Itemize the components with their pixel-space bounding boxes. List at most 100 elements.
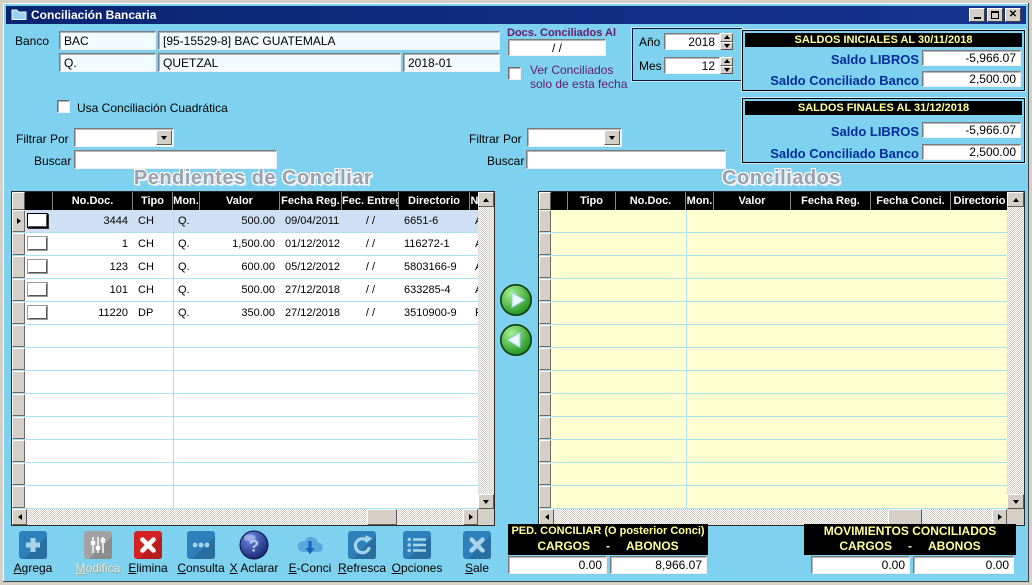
cell[interactable]: [871, 440, 951, 462]
cell[interactable]: [871, 325, 951, 347]
cell[interactable]: [280, 417, 342, 439]
column-header[interactable]: Tipo: [568, 192, 616, 210]
column-header[interactable]: Fecha Conci.: [871, 192, 951, 210]
cell[interactable]: [871, 486, 951, 508]
cell[interactable]: CH: [133, 279, 173, 301]
cell[interactable]: [871, 302, 951, 324]
cell[interactable]: [951, 256, 1009, 278]
cell[interactable]: [568, 233, 616, 255]
row-check-cell[interactable]: [551, 279, 568, 301]
cell[interactable]: [133, 394, 173, 416]
table-row[interactable]: 11220DPQ.350.0027/12/2018/ /3510900-9F: [12, 302, 480, 325]
cell[interactable]: [686, 394, 714, 416]
cell[interactable]: [686, 417, 714, 439]
cell[interactable]: [791, 233, 871, 255]
move-left-button[interactable]: [499, 323, 533, 357]
row-selector[interactable]: [12, 302, 25, 324]
opciones-button[interactable]: Opciones: [390, 530, 444, 575]
table-row-empty[interactable]: [539, 486, 1009, 509]
cell[interactable]: [951, 394, 1009, 416]
row-selector[interactable]: [539, 233, 551, 255]
consulta-button[interactable]: Consulta: [174, 530, 228, 575]
table-row-empty[interactable]: [539, 463, 1009, 486]
cell[interactable]: [686, 233, 714, 255]
cell[interactable]: [568, 210, 616, 232]
row-check-cell[interactable]: [551, 256, 568, 278]
cell[interactable]: [714, 371, 791, 393]
row-check-cell[interactable]: [25, 348, 53, 370]
cell[interactable]: [342, 486, 399, 508]
column-header[interactable]: Directorio: [399, 192, 470, 210]
cell[interactable]: [791, 440, 871, 462]
row-check-cell[interactable]: [25, 233, 53, 255]
cell[interactable]: CH: [133, 233, 173, 255]
cell[interactable]: 05/12/2012: [280, 256, 342, 278]
cell[interactable]: [342, 463, 399, 485]
table-row-empty[interactable]: [539, 417, 1009, 440]
cell[interactable]: [791, 417, 871, 439]
saldo-conciliado-banco-value[interactable]: [922, 71, 1021, 87]
cell[interactable]: [791, 325, 871, 347]
cell[interactable]: [200, 348, 280, 370]
banco-code-field[interactable]: [59, 31, 156, 50]
cell[interactable]: [342, 440, 399, 462]
cell[interactable]: [200, 440, 280, 462]
column-header-check[interactable]: [551, 192, 568, 210]
row-check-cell[interactable]: [25, 302, 53, 324]
cell[interactable]: 600.00: [200, 256, 280, 278]
column-header[interactable]: Mon.: [173, 192, 200, 210]
cell[interactable]: [399, 348, 470, 370]
row-check-cell[interactable]: [551, 463, 568, 485]
mes-spinner[interactable]: [720, 57, 733, 74]
cell[interactable]: [280, 486, 342, 508]
row-check-cell[interactable]: [551, 394, 568, 416]
cell[interactable]: [133, 440, 173, 462]
cell[interactable]: / /: [342, 210, 399, 232]
cell[interactable]: [53, 325, 133, 347]
row-selector[interactable]: [12, 371, 25, 393]
row-check-cell[interactable]: [551, 233, 568, 255]
close-button[interactable]: ✕: [1005, 8, 1021, 22]
cell[interactable]: [280, 371, 342, 393]
cell[interactable]: [568, 256, 616, 278]
cell[interactable]: [568, 417, 616, 439]
row-selector[interactable]: [539, 463, 551, 485]
row-check-cell[interactable]: [25, 463, 53, 485]
cell[interactable]: 500.00: [200, 210, 280, 232]
column-header[interactable]: No.Doc.: [616, 192, 686, 210]
cell[interactable]: 27/12/2018: [280, 302, 342, 324]
cell[interactable]: [53, 486, 133, 508]
cell[interactable]: [791, 486, 871, 508]
scroll-right-icon[interactable]: [992, 509, 1007, 525]
table-row[interactable]: 3444CHQ.500.0009/04/2011/ /6651-6A: [12, 210, 480, 233]
row-selector[interactable]: [539, 486, 551, 508]
cell[interactable]: [871, 233, 951, 255]
cell[interactable]: [714, 348, 791, 370]
cell[interactable]: [133, 463, 173, 485]
row-check-cell[interactable]: [551, 486, 568, 508]
cell[interactable]: [53, 348, 133, 370]
row-check-cell[interactable]: [25, 256, 53, 278]
ped-abonos-value[interactable]: [610, 556, 707, 574]
cell[interactable]: [173, 417, 200, 439]
cell[interactable]: [53, 417, 133, 439]
cell[interactable]: [280, 348, 342, 370]
ver-conciliados-checkbox[interactable]: [508, 67, 521, 80]
scroll-down-icon[interactable]: [1007, 494, 1024, 509]
cell[interactable]: [342, 325, 399, 347]
cell[interactable]: [871, 417, 951, 439]
table-row-empty[interactable]: [539, 256, 1009, 279]
cell[interactable]: [616, 394, 686, 416]
scroll-down-icon[interactable]: [478, 494, 494, 509]
cell[interactable]: Q.: [173, 302, 200, 324]
column-header[interactable]: Mon.: [686, 192, 714, 210]
cell[interactable]: [714, 302, 791, 324]
cell[interactable]: 27/12/2018: [280, 279, 342, 301]
cell[interactable]: [53, 394, 133, 416]
row-checkbox[interactable]: [28, 260, 47, 273]
cell[interactable]: 350.00: [200, 302, 280, 324]
cell[interactable]: [173, 440, 200, 462]
cell[interactable]: [791, 348, 871, 370]
table-row-empty[interactable]: [539, 325, 1009, 348]
row-selector[interactable]: [539, 417, 551, 439]
